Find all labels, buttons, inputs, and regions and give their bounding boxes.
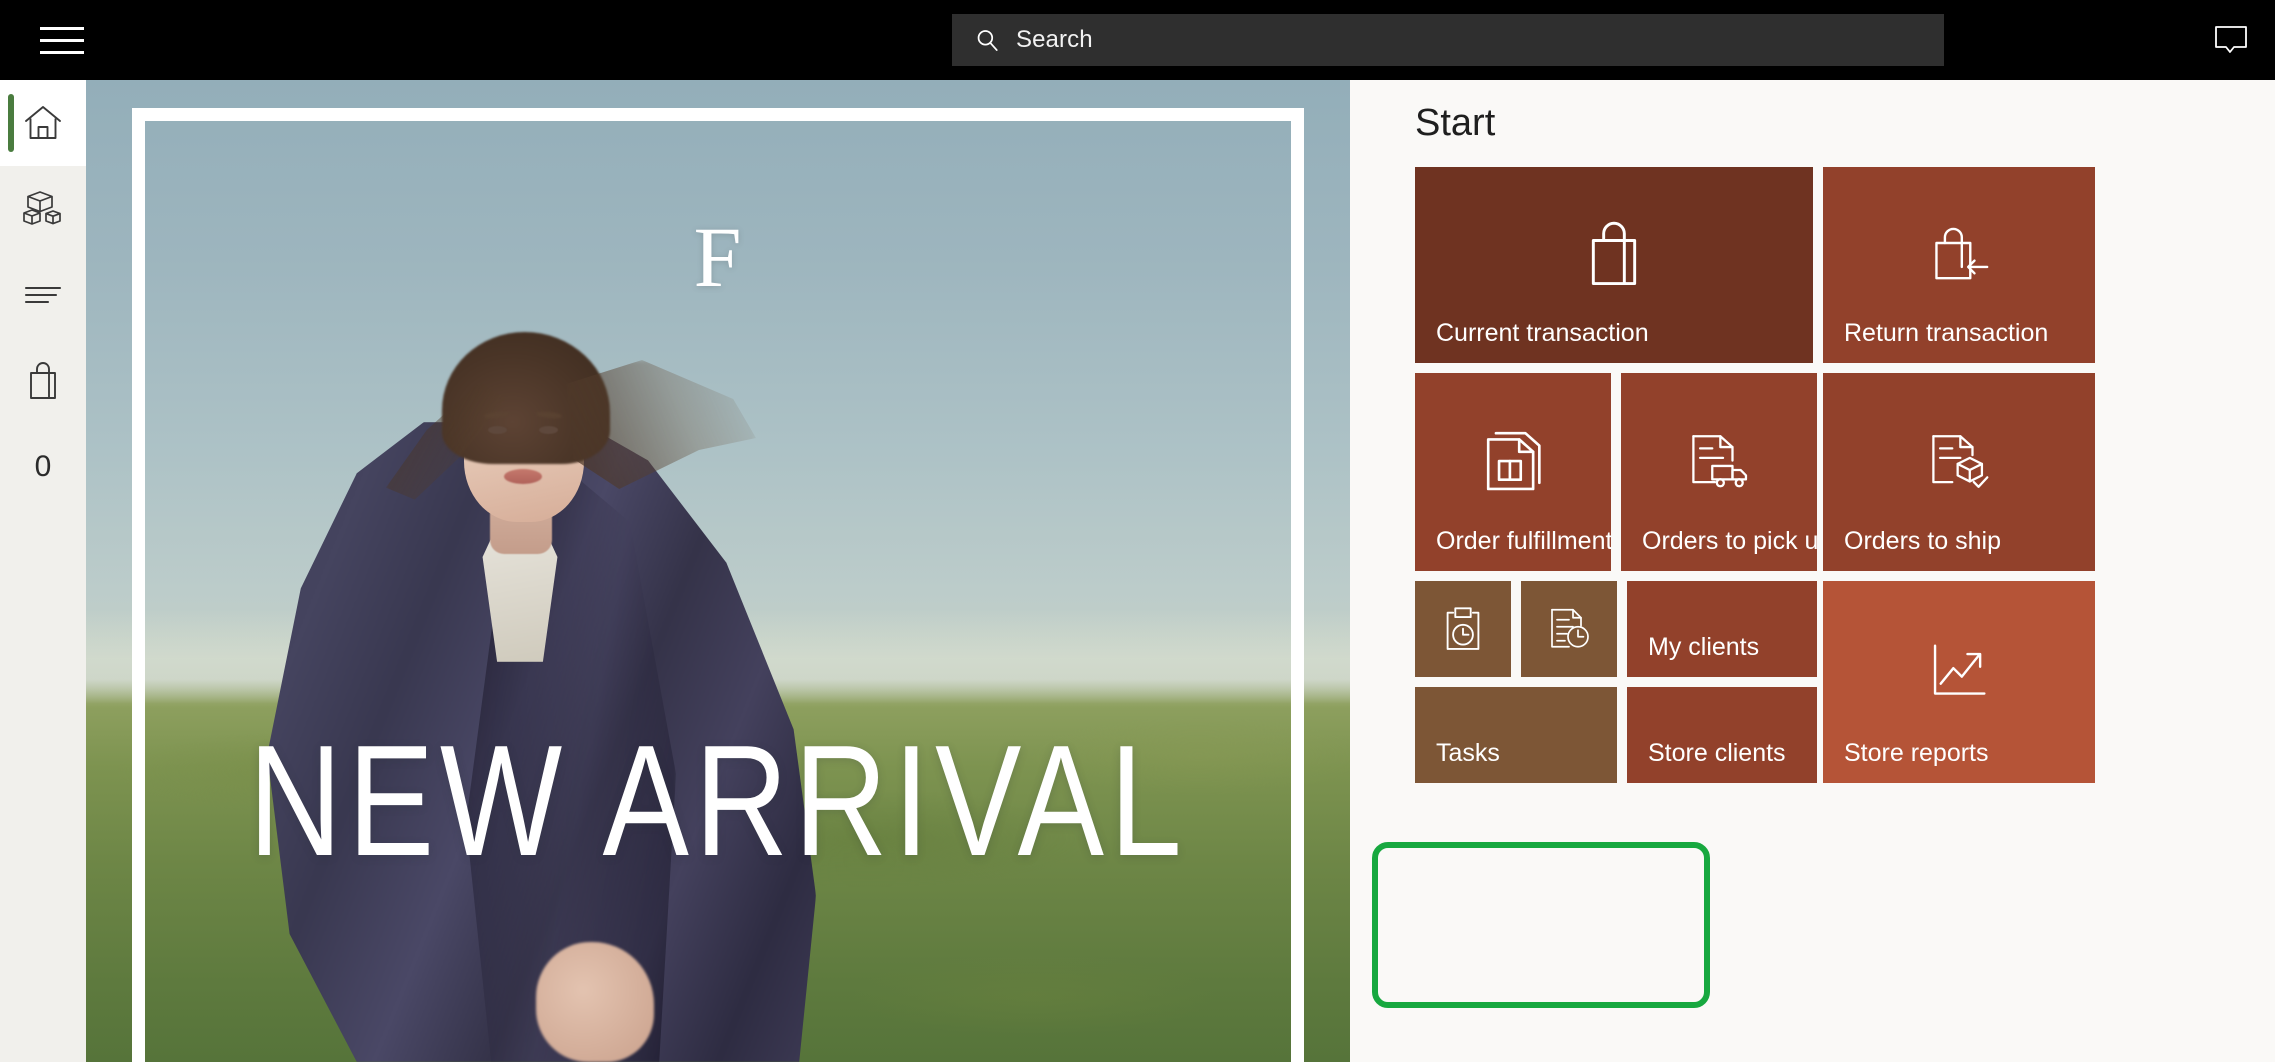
top-bar: Search bbox=[0, 0, 2275, 80]
tile-current-transaction[interactable]: Current transaction bbox=[1415, 167, 1813, 363]
hamburger-bar bbox=[40, 38, 84, 42]
pos-app-window: Search 0 F NEW ARRIVAL Start Current tra… bbox=[0, 0, 2275, 1062]
tile-orders-to-pick-up[interactable]: Orders to pick up bbox=[1621, 373, 1817, 571]
search-placeholder: Search bbox=[1016, 26, 1093, 53]
tile-label: Order fulfillment bbox=[1436, 527, 1611, 555]
tile-my-clients[interactable]: My clients bbox=[1627, 581, 1817, 677]
chat-bubble-icon[interactable] bbox=[2203, 14, 2259, 66]
start-panel: Start Current transaction Return transac… bbox=[1350, 80, 2275, 1062]
sidebar-item-lines[interactable] bbox=[0, 252, 86, 338]
tile-orders-to-ship[interactable]: Orders to ship bbox=[1823, 373, 2095, 571]
tile-label: Current transaction bbox=[1436, 319, 1649, 347]
hero-promo-image: F NEW ARRIVAL bbox=[86, 80, 1350, 1062]
document-clock-icon bbox=[1521, 581, 1617, 677]
sidebar-item-products[interactable] bbox=[0, 166, 86, 252]
tile-label: Tasks bbox=[1436, 739, 1500, 767]
hero-headline: NEW ARRIVAL bbox=[248, 712, 1188, 889]
tile-label: Orders to pick up bbox=[1642, 527, 1817, 555]
chat-bubble-glyph bbox=[2215, 26, 2247, 53]
hamburger-menu-icon[interactable] bbox=[22, 18, 102, 62]
sidebar-item-cart[interactable] bbox=[0, 338, 86, 424]
cart-item-count[interactable]: 0 bbox=[0, 424, 86, 510]
tile-grid: Current transaction Return transaction O… bbox=[1415, 167, 2235, 1047]
list-lines-icon bbox=[24, 286, 62, 304]
shopping-bag-icon bbox=[30, 362, 56, 399]
search-icon bbox=[977, 30, 998, 51]
tile-store-clients[interactable]: Store clients bbox=[1627, 687, 1817, 783]
tile-label: Return transaction bbox=[1844, 319, 2049, 347]
tile-store-reports[interactable]: Store reports bbox=[1823, 581, 2095, 783]
tile-order-fulfillment[interactable]: Order fulfillment bbox=[1415, 373, 1611, 571]
tile-time-entries[interactable] bbox=[1521, 581, 1617, 677]
hamburger-bar bbox=[40, 50, 84, 54]
page-title: Start bbox=[1415, 102, 1496, 144]
tile-label: Store clients bbox=[1648, 739, 1786, 767]
tile-return-transaction[interactable]: Return transaction bbox=[1823, 167, 2095, 363]
left-nav-rail: 0 bbox=[0, 80, 86, 1062]
tile-tasks[interactable]: Tasks bbox=[1415, 687, 1617, 783]
home-icon bbox=[25, 106, 61, 139]
clipboard-clock-icon bbox=[1415, 581, 1511, 677]
tile-label: Store reports bbox=[1844, 739, 1989, 767]
tile-time-clock[interactable] bbox=[1415, 581, 1511, 677]
hero-brand-logo: F bbox=[693, 209, 743, 305]
tile-label: My clients bbox=[1648, 633, 1760, 661]
search-input[interactable]: Search bbox=[952, 14, 1944, 66]
hamburger-bar bbox=[40, 26, 84, 30]
tile-label: Orders to ship bbox=[1844, 527, 2002, 555]
boxes-icon bbox=[23, 191, 61, 225]
sidebar-item-home[interactable] bbox=[0, 80, 86, 166]
